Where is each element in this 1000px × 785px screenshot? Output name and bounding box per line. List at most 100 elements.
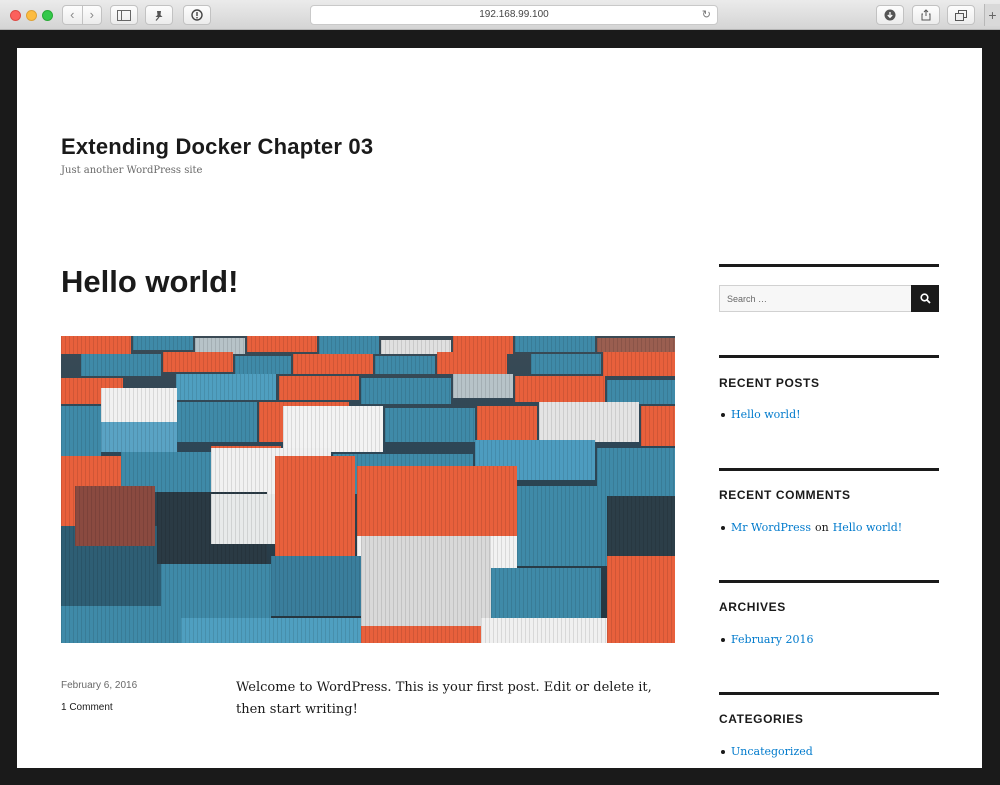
container-block [361, 626, 481, 643]
list-bullet [721, 525, 725, 530]
forward-arrow-icon[interactable]: › [81, 6, 102, 24]
comment-post-link[interactable]: Hello world! [833, 521, 903, 534]
search-icon [919, 293, 931, 304]
list-bullet [721, 749, 725, 754]
tabs-icon [955, 9, 967, 21]
reload-icon[interactable]: ↻ [702, 6, 711, 24]
container-block [101, 422, 177, 452]
tab-overview-button[interactable] [947, 5, 975, 25]
pin-button[interactable] [145, 5, 173, 25]
featured-image[interactable] [61, 336, 675, 643]
post-title[interactable]: Hello world! [61, 264, 238, 300]
sidebar-toggle-button[interactable] [110, 5, 138, 25]
container-block [101, 388, 177, 422]
container-block [641, 406, 675, 446]
container-block [597, 448, 675, 498]
search-input[interactable] [720, 286, 912, 311]
widget-divider [719, 468, 939, 471]
container-block [517, 486, 607, 566]
share-button[interactable] [912, 5, 940, 25]
search-form [719, 285, 939, 312]
sidebar-icon [117, 9, 131, 21]
zoom-window-button[interactable] [42, 10, 53, 21]
container-block [61, 406, 101, 456]
categories-heading: CATEGORIES [719, 712, 804, 726]
container-block [437, 352, 507, 374]
container-block [61, 606, 181, 643]
container-block [597, 338, 675, 352]
container-block [283, 406, 383, 452]
post-date[interactable]: February 6, 2016 [61, 680, 137, 691]
widget-divider [719, 355, 939, 358]
container-block [607, 556, 675, 643]
container-block [247, 336, 317, 352]
recent-comment-item: Mr WordPress on Hello world! [719, 521, 902, 534]
container-block [361, 536, 491, 626]
archive-link[interactable]: February 2016 [731, 633, 813, 646]
share-icon [921, 9, 931, 21]
web-page: Extending Docker Chapter 03 Just another… [17, 48, 982, 768]
container-block [133, 336, 193, 350]
container-block [279, 376, 359, 400]
container-block [607, 380, 675, 404]
container-block [481, 618, 607, 643]
widget-divider [719, 580, 939, 583]
container-block [293, 354, 373, 374]
site-title[interactable]: Extending Docker Chapter 03 [61, 134, 373, 160]
container-block [235, 356, 291, 374]
container-block [385, 408, 475, 442]
container-block [61, 336, 131, 354]
comment-author-link[interactable]: Mr WordPress [731, 521, 811, 534]
container-block [491, 568, 601, 618]
container-block [211, 494, 281, 544]
container-block [163, 352, 233, 372]
container-block [361, 378, 451, 404]
downloads-button[interactable] [876, 5, 904, 25]
container-block [357, 466, 517, 536]
container-block [477, 406, 537, 442]
container-block [515, 376, 605, 402]
site-description: Just another WordPress site [61, 165, 203, 176]
container-block [539, 402, 639, 442]
close-window-button[interactable] [10, 10, 21, 21]
widget-divider [719, 264, 939, 267]
container-block [603, 352, 675, 376]
container-block [177, 402, 257, 442]
recent-comments-heading: RECENT COMMENTS [719, 488, 851, 502]
back-forward-buttons: ‹ › [62, 5, 102, 25]
archives-heading: ARCHIVES [719, 600, 786, 614]
address-bar[interactable]: 192.168.99.100 ↻ [310, 5, 718, 25]
browser-toolbar: ‹ › 192.168.99.100 ↻ + [0, 0, 1000, 30]
archive-item: February 2016 [719, 633, 813, 646]
info-circle-icon [191, 9, 203, 21]
minimize-window-button[interactable] [26, 10, 37, 21]
recent-posts-heading: RECENT POSTS [719, 376, 820, 390]
container-block [531, 354, 601, 374]
recent-post-link[interactable]: Hello world! [731, 408, 801, 421]
container-block [176, 374, 276, 400]
back-arrow-icon[interactable]: ‹ [63, 6, 82, 24]
container-block [319, 336, 379, 354]
category-item: Uncategorized [719, 745, 813, 758]
comment-on-text: on [814, 521, 829, 534]
container-block [271, 556, 371, 616]
widget-divider [719, 692, 939, 695]
container-block [515, 336, 595, 352]
download-icon [884, 9, 896, 21]
pin-icon [155, 10, 163, 21]
container-block [453, 374, 513, 398]
post-comments-link[interactable]: 1 Comment [61, 702, 113, 713]
list-bullet [721, 412, 725, 417]
list-bullet [721, 637, 725, 642]
address-bar-url: 192.168.99.100 [479, 9, 549, 20]
container-block [81, 354, 161, 376]
container-block [275, 456, 355, 556]
new-tab-button[interactable]: + [984, 4, 1000, 26]
search-button[interactable] [911, 285, 939, 312]
password-manager-button[interactable] [183, 5, 211, 25]
recent-post-item: Hello world! [719, 408, 801, 421]
category-link[interactable]: Uncategorized [731, 745, 813, 758]
container-block [181, 618, 361, 643]
container-block [607, 496, 675, 556]
post-content: Welcome to WordPress. This is your first… [236, 680, 652, 717]
